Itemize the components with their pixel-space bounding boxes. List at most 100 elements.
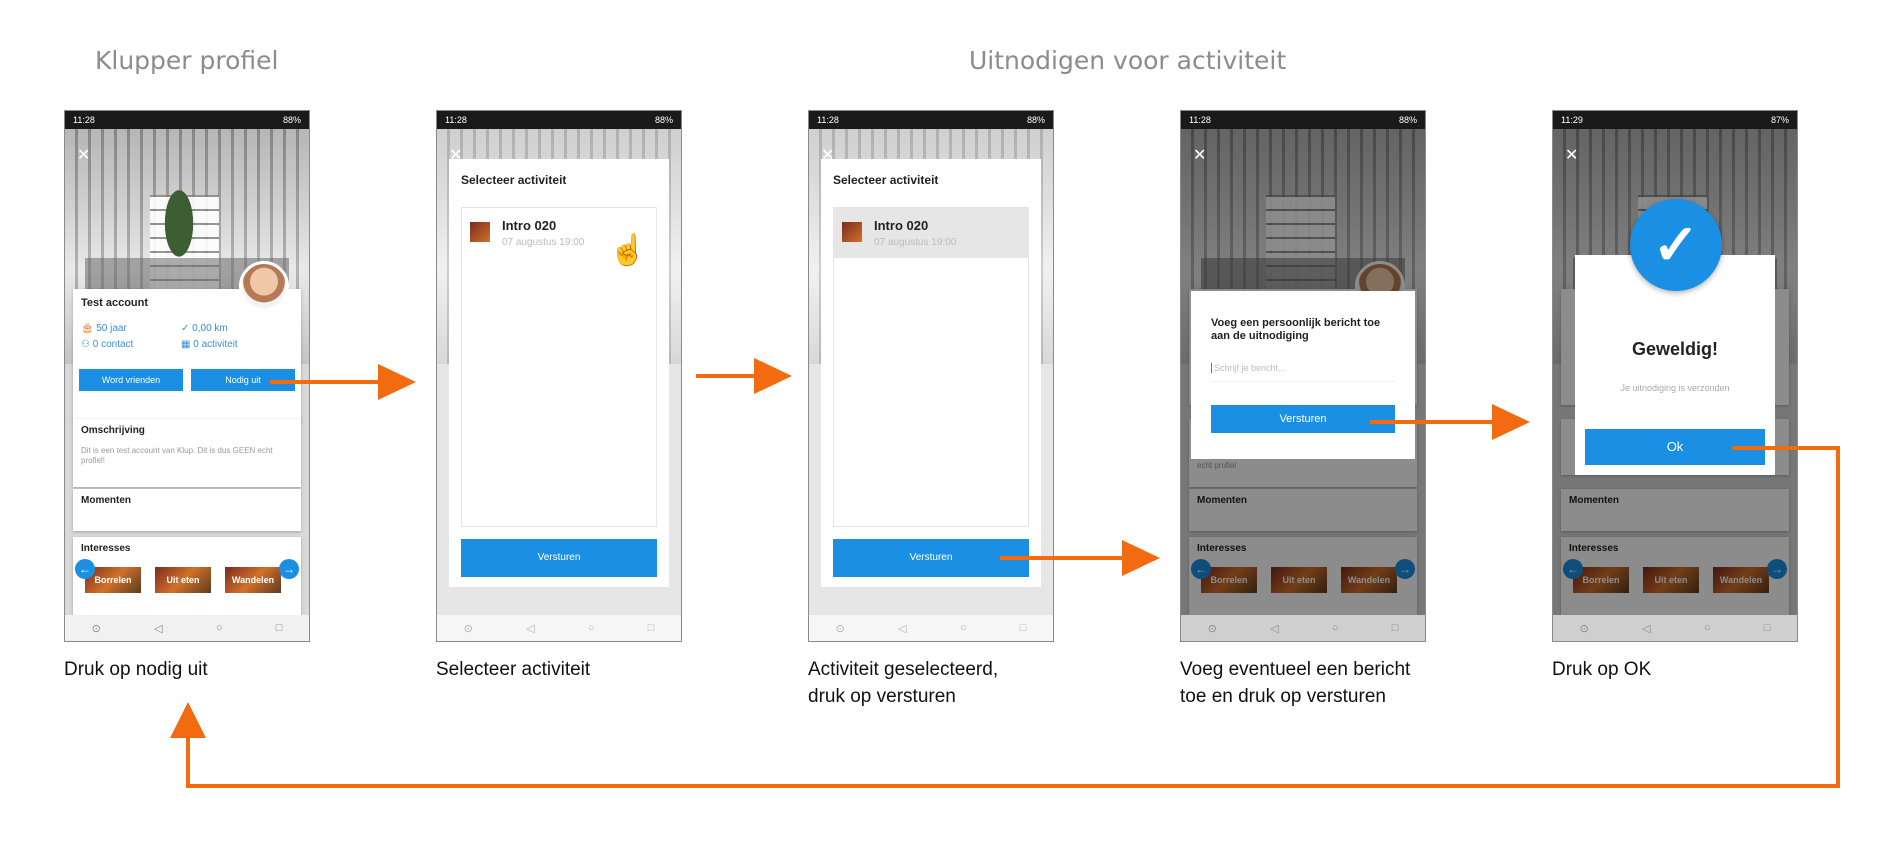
message-modal: Voeg een persoonlijk bericht toe aan de … [1191, 291, 1415, 459]
invite-button[interactable]: Nodig uit [191, 369, 295, 391]
phone-success: 11:29 87% ✕ Momenten Interesses Borrelen … [1552, 110, 1798, 642]
message-title: Voeg een persoonlijk bericht toe aan de … [1211, 317, 1381, 342]
battery-level: 87% [1770, 115, 1789, 125]
nav-home-icon[interactable]: ○ [1332, 622, 1339, 634]
activity-thumbnail [470, 222, 490, 242]
nav-home-icon[interactable]: ○ [216, 622, 223, 634]
nav-recent-icon[interactable]: □ [1764, 622, 1771, 634]
status-bar: 11:28 88% [809, 111, 1053, 129]
phone-profile: 11:28 88% ✕ Test account 🎂 50 jaar ✓ 0,00… [64, 110, 310, 642]
plant-decoration [157, 189, 201, 275]
message-input-underline [1211, 381, 1395, 382]
status-time: 11:28 [817, 115, 839, 125]
message-input[interactable]: Schrijf je bericht... [1211, 363, 1398, 373]
return-arrow-head [170, 702, 206, 738]
nav-assist-icon[interactable]: ⊙ [1580, 622, 1589, 635]
arrow-2-head [754, 358, 792, 394]
close-icon[interactable]: ✕ [77, 145, 90, 165]
info-row-2: ⚇ 0 contact ▦ 0 activiteit [81, 339, 293, 350]
close-icon[interactable]: ✕ [1193, 145, 1206, 165]
nav-back-icon[interactable]: ◁ [1642, 622, 1650, 635]
phone-activity-selected: 11:28 88% ✕ Selecteer activiteit Intro 02… [808, 110, 1054, 642]
modal-title: Selecteer activiteit [833, 173, 939, 187]
nav-back-icon[interactable]: ◁ [154, 622, 162, 635]
battery-level: 88% [1398, 115, 1417, 125]
description-card: Omschrijving Dit is een test account van… [73, 419, 301, 487]
select-activity-modal: Selecteer activiteit Intro 020 07 august… [821, 159, 1041, 587]
check-circle-icon: ✓ [181, 323, 193, 334]
avatar [239, 261, 289, 311]
arrow-right-icon[interactable]: → [279, 559, 299, 579]
person-icon: ⚇ [81, 339, 93, 350]
ok-button[interactable]: Ok [1585, 429, 1765, 465]
activity-list: Intro 020 07 augustus 19:00 [833, 207, 1029, 527]
profile-contacts: 0 contact [92, 339, 134, 350]
send-button[interactable]: Versturen [1211, 405, 1395, 433]
status-time: 11:28 [1189, 115, 1211, 125]
battery-level: 88% [1026, 115, 1045, 125]
checkmark-badge-icon: ✓ [1630, 199, 1722, 291]
close-icon[interactable]: ✕ [1565, 145, 1578, 165]
caption-step-3: Activiteit geselecteerd, druk op versture… [808, 656, 998, 710]
description-title: Omschrijving [81, 425, 145, 436]
caption-line-1: Activiteit geselecteerd, [808, 659, 999, 680]
caption-step-1: Druk op nodig uit [64, 656, 208, 683]
profile-distance: 0,00 km [192, 323, 228, 334]
arrow-4-head [1492, 404, 1530, 440]
caption-line-2: druk op versturen [808, 686, 956, 707]
nav-assist-icon[interactable]: ⊙ [92, 622, 101, 635]
interest-uit-eten[interactable]: Uit eten [155, 567, 211, 593]
description-text: Dit is een test account van Klup. Dit is… [81, 446, 273, 465]
battery-level: 88% [654, 115, 673, 125]
activity-name: Intro 020 [874, 218, 929, 233]
caption-step-4: Voeg eventueel een bericht toe en druk op… [1180, 656, 1410, 710]
android-nav-bar: ⊙ ◁ ○ □ [65, 615, 309, 641]
nav-home-icon[interactable]: ○ [1704, 622, 1711, 634]
android-nav-bar: ⊙ ◁ ○ □ [1553, 615, 1797, 641]
status-bar: 11:28 88% [65, 111, 309, 129]
caption-text: Druk op OK [1552, 659, 1652, 680]
select-activity-modal: Selecteer activiteit Intro 020 07 august… [449, 159, 669, 587]
status-bar: 11:29 87% [1553, 111, 1797, 129]
caption-step-2: Selecteer activiteit [436, 656, 590, 683]
caption-text: Druk op nodig uit [64, 659, 208, 680]
profile-activities: 0 activiteit [193, 339, 238, 350]
activity-name: Intro 020 [502, 218, 557, 233]
hand-pointer-icon: ☝ [609, 234, 647, 267]
interest-wandelen[interactable]: Wandelen [225, 567, 281, 593]
arrow-1-head [378, 364, 416, 400]
status-time: 11:28 [73, 115, 95, 125]
modal-title: Selecteer activiteit [461, 173, 567, 187]
section-title-invite: Uitnodigen voor activiteit [969, 46, 1287, 75]
nav-recent-icon[interactable]: □ [1392, 622, 1399, 634]
nav-recent-icon[interactable]: □ [276, 622, 283, 634]
info-row-1: 🎂 50 jaar ✓ 0,00 km [81, 323, 293, 334]
profile-age: 50 jaar [96, 323, 127, 334]
section-title-profile: Klupper profiel [95, 46, 279, 75]
arrow-left-icon[interactable]: ← [75, 559, 95, 579]
phone-select-activity: 11:28 88% ✕ Selecteer activiteit Intro 02… [436, 110, 682, 642]
moments-title: Momenten [81, 495, 131, 506]
activity-date: 07 augustus 19:00 [874, 237, 957, 248]
battery-level: 88% [282, 115, 301, 125]
success-title: Geweldig! [1631, 339, 1718, 359]
add-friend-button[interactable]: Word vrienden [79, 369, 183, 391]
nav-assist-icon[interactable]: ⊙ [1208, 622, 1217, 635]
calendar-icon: ▦ [181, 339, 194, 350]
success-subtitle: Je uitnodiging is verzonden [1620, 383, 1730, 393]
arrow-3-head [1122, 540, 1160, 576]
caption-step-5: Druk op OK [1552, 656, 1651, 683]
android-nav-bar: ⊙ ◁ ○ □ [1181, 615, 1425, 641]
caption-line-1: Voeg eventueel een bericht [1180, 659, 1411, 680]
phone-personal-message: 11:28 88% ✕ echt profiel Momenten Interes… [1180, 110, 1426, 642]
status-time: 11:29 [1561, 115, 1583, 125]
status-bar: 11:28 88% [1181, 111, 1425, 129]
send-button[interactable]: Versturen [461, 539, 657, 577]
moments-card: Momenten [73, 489, 301, 531]
activity-item-selected[interactable]: Intro 020 07 augustus 19:00 [834, 208, 1028, 258]
status-bar: 11:28 88% [437, 111, 681, 129]
caption-line-2: toe en druk op versturen [1180, 686, 1386, 707]
nav-back-icon[interactable]: ◁ [1270, 622, 1278, 635]
send-button[interactable]: Versturen [833, 539, 1029, 577]
status-time: 11:28 [445, 115, 467, 125]
